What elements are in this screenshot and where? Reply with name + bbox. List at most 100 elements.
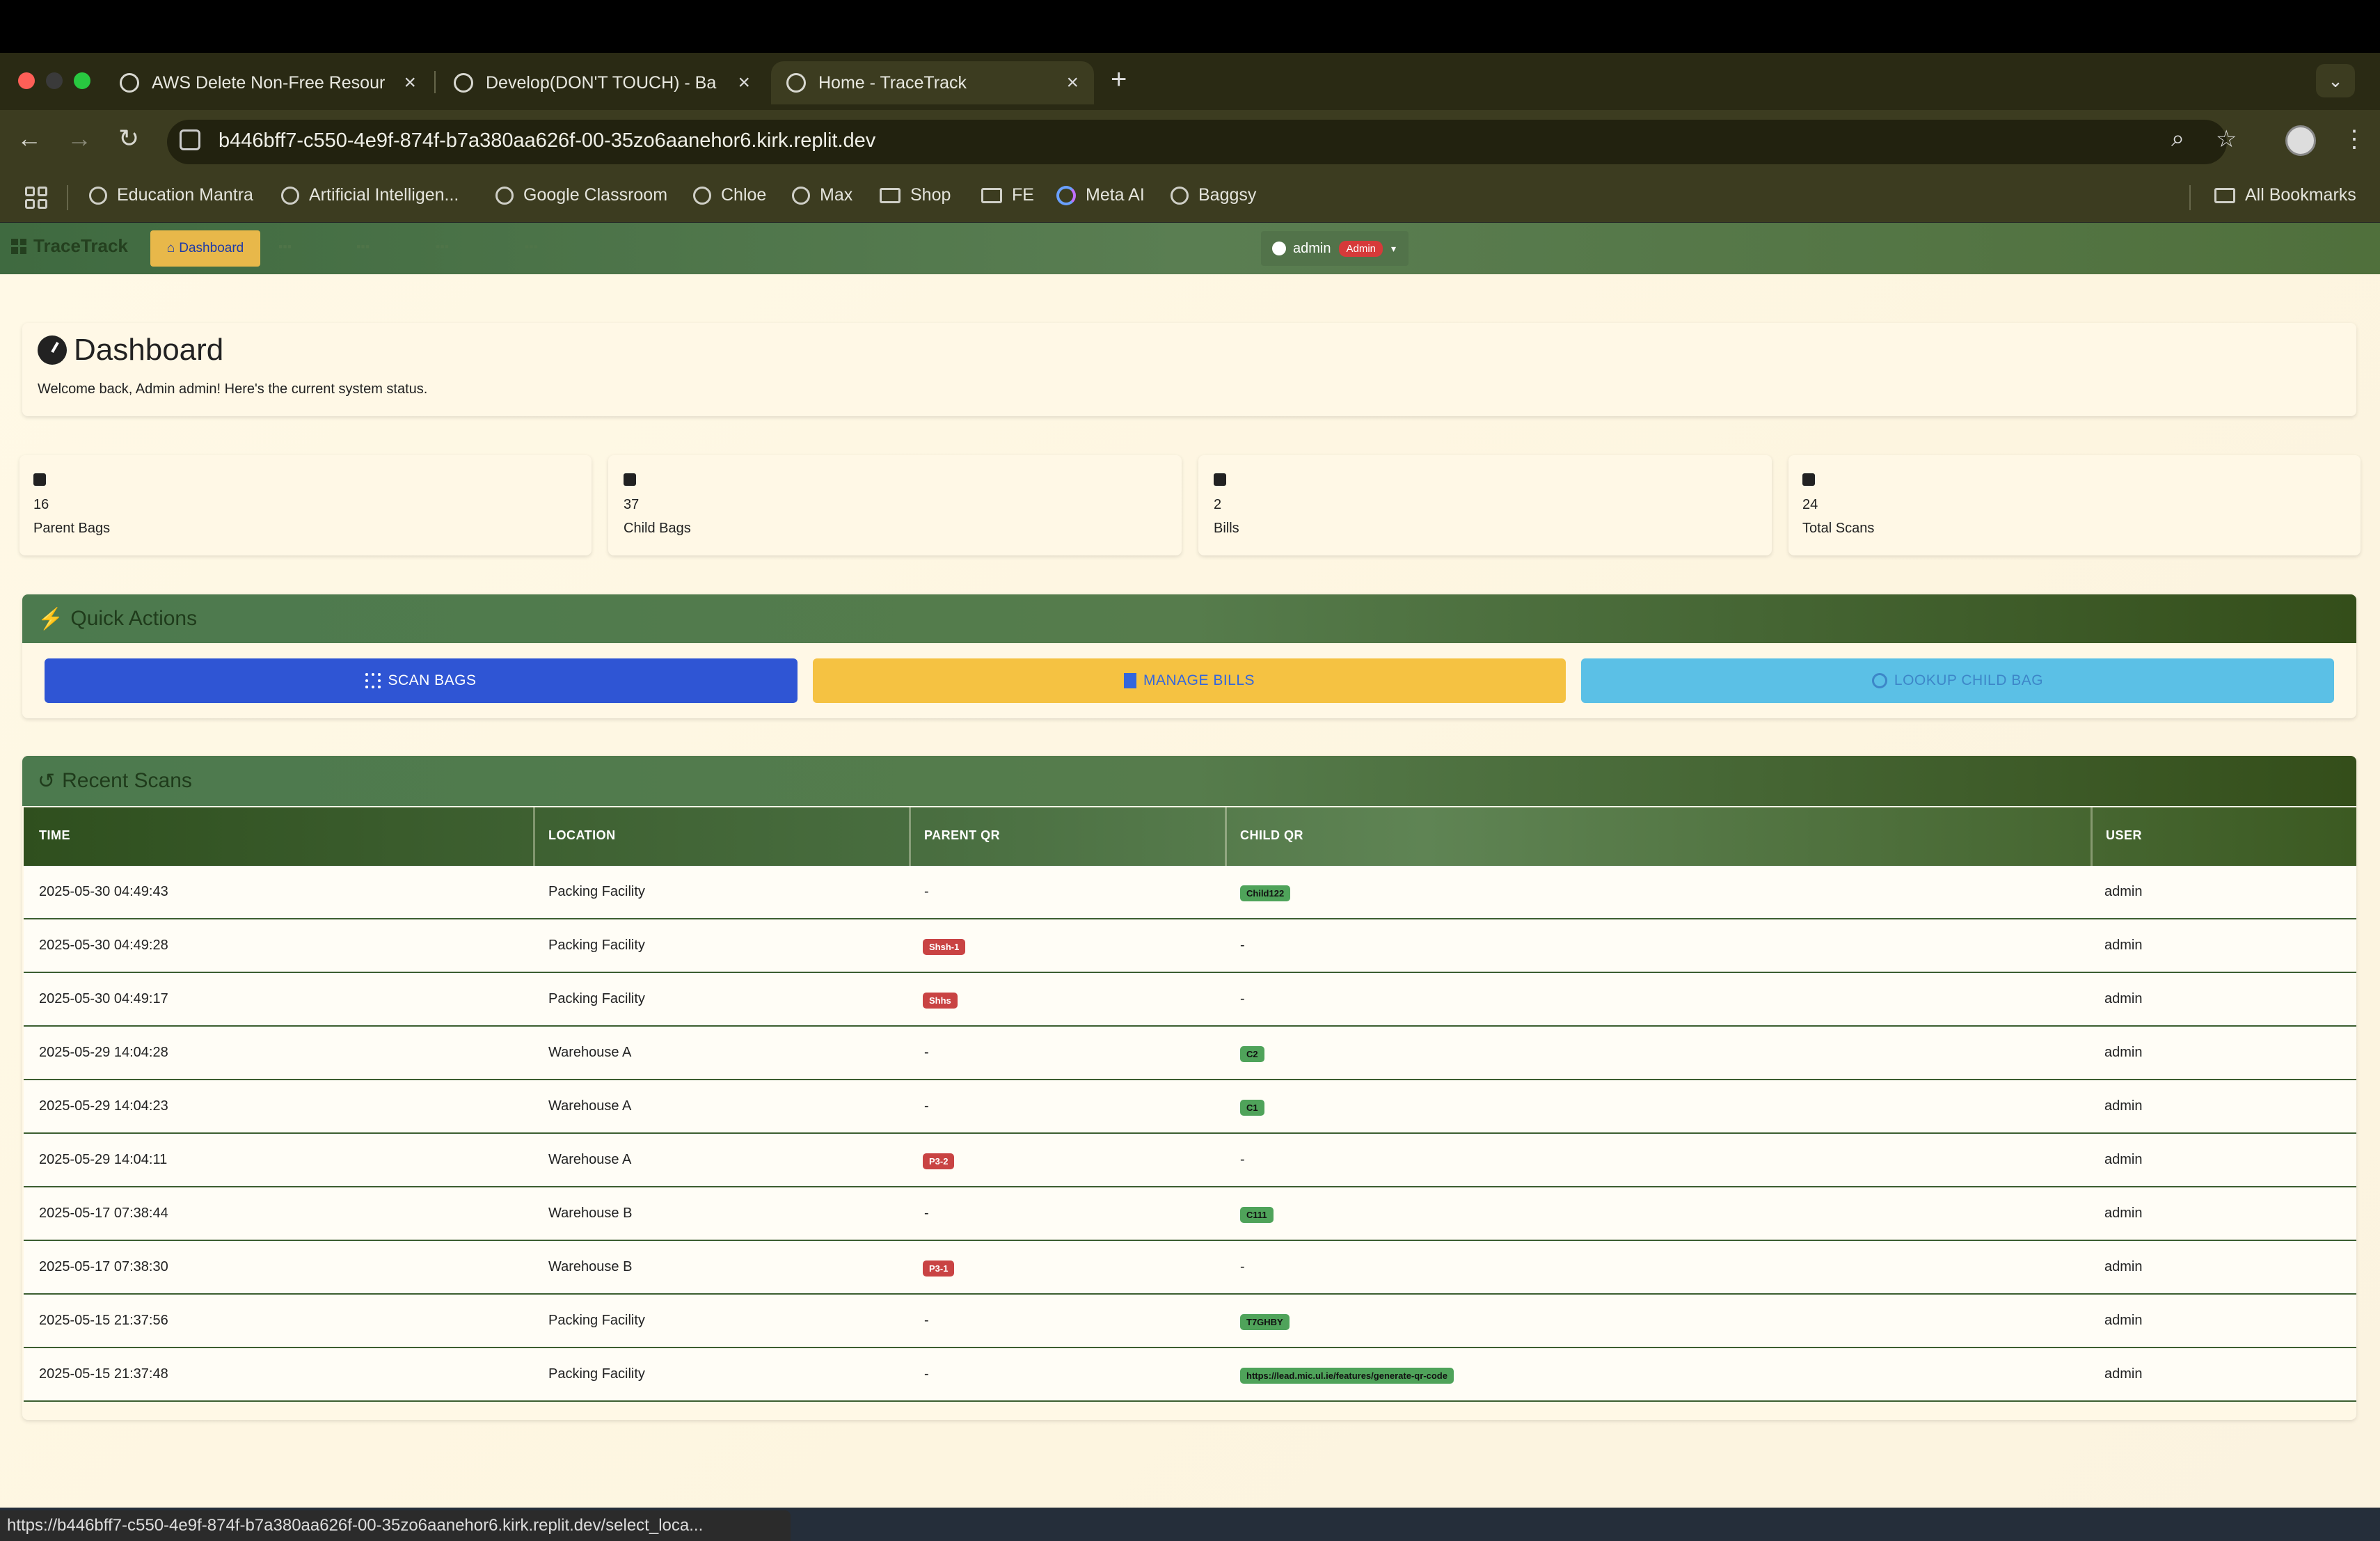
child-qr-badge: C2 (1240, 1046, 1264, 1062)
tab-divider (434, 71, 436, 93)
apps-grid-icon[interactable] (25, 187, 47, 209)
column-header-child-qr: CHILD QR (1240, 828, 1303, 842)
close-tab-icon[interactable]: × (1066, 71, 1079, 95)
bookmark-label: Shop (910, 185, 951, 205)
bookmark-label: All Bookmarks (2245, 185, 2356, 205)
qr-code-icon (1802, 473, 1815, 486)
cell-child-qr: - (1240, 1259, 1245, 1274)
openai-icon (120, 73, 139, 93)
browser-tab-tracetrack[interactable]: Home - TraceTrack × (771, 61, 1094, 104)
child-qr-badge: Child122 (1240, 885, 1291, 901)
column-divider (909, 807, 911, 866)
parent-qr-badge: Shsh-1 (923, 939, 966, 955)
tab-search-button[interactable]: ⌄ (2316, 64, 2355, 97)
manage-bills-button[interactable]: MANAGE BILLS (813, 658, 1566, 703)
nav-item-faded[interactable]: ▪▪▪ (436, 239, 500, 258)
cell-parent-qr: - (924, 1366, 929, 1382)
screen-top-bar (0, 0, 2380, 53)
column-header-location: LOCATION (548, 828, 616, 842)
cell-user: admin (2104, 1313, 2143, 1328)
bookmark-folder-fe[interactable]: FE (981, 185, 1034, 205)
bookmark-label: Meta AI (1086, 185, 1145, 205)
reload-icon[interactable]: ↻ (118, 124, 139, 153)
cell-time: 2025-05-29 14:04:23 (39, 1098, 168, 1114)
section-title: Recent Scans (62, 769, 192, 792)
bookmark-star-icon[interactable]: ☆ (2216, 125, 2237, 153)
document-icon (1214, 473, 1226, 486)
bookmark-label: Baggsy (1198, 185, 1257, 205)
cell-location: Packing Facility (548, 991, 645, 1006)
column-header-parent-qr: PARENT QR (924, 828, 1001, 842)
stat-card-child-bags (608, 455, 1182, 555)
chevron-down-icon: ▾ (1391, 242, 1397, 254)
cell-parent-qr: - (924, 1313, 929, 1328)
nav-dashboard[interactable]: ⌂ Dashboard (150, 230, 260, 267)
child-qr-badge: https://lead.mic.ul.ie/features/generate… (1240, 1368, 1454, 1384)
forward-arrow-icon[interactable]: → (67, 124, 92, 153)
bookmark-label: Education Mantra (117, 185, 253, 205)
column-divider (533, 807, 535, 866)
cell-parent-qr: - (924, 884, 929, 899)
column-divider (1225, 807, 1227, 866)
cell-user: admin (2104, 1152, 2143, 1167)
boxes-icon (624, 473, 636, 486)
brand-logo[interactable]: TraceTrack (11, 235, 128, 257)
stat-value: 24 (1802, 497, 1818, 512)
globe-icon (89, 186, 107, 205)
tab-title: Home - TraceTrack (818, 72, 967, 93)
close-tab-icon[interactable]: × (738, 71, 750, 95)
bookmark-google-classroom[interactable]: Google Classroom (495, 185, 667, 205)
browser-tab-aws[interactable]: AWS Delete Non-Free Resour × (104, 61, 431, 104)
browser-tab-develop[interactable]: Develop(DON'T TOUCH) - Ba × (438, 61, 765, 104)
address-bar-url[interactable]: b446bff7-c550-4e9f-874f-b7a380aa626f-00-… (219, 129, 875, 152)
cell-location: Warehouse A (548, 1098, 632, 1114)
bookmark-label: Artificial Intelligen... (309, 185, 459, 205)
close-window-button[interactable] (18, 72, 35, 89)
zoom-icon[interactable]: ⌕ (2171, 125, 2184, 152)
bookmark-education-mantra[interactable]: Education Mantra (89, 185, 253, 205)
nav-item-faded[interactable]: ▪▪▪ (278, 239, 324, 258)
profile-avatar[interactable] (2285, 125, 2316, 156)
folder-icon (880, 187, 901, 203)
close-tab-icon[interactable]: × (404, 71, 416, 95)
stat-card-bills (1198, 455, 1772, 555)
back-arrow-icon[interactable]: ← (17, 124, 42, 153)
bookmark-artificial-intelligence[interactable]: Artificial Intelligen... (281, 185, 459, 205)
browser-menu-icon[interactable]: ⋮ (2342, 125, 2366, 153)
button-label: MANAGE BILLS (1143, 672, 1255, 688)
table-row (24, 1348, 2356, 1402)
search-icon (1871, 673, 1887, 688)
scan-bags-button[interactable]: SCAN BAGS (45, 658, 798, 703)
bookmark-max[interactable]: Max (792, 185, 852, 205)
table-row (24, 1241, 2356, 1295)
cell-user: admin (2104, 1259, 2143, 1274)
bookmark-meta-ai[interactable]: Meta AI (1056, 185, 1145, 205)
child-qr-badge: C1 (1240, 1100, 1264, 1116)
bookmark-chloe[interactable]: Chloe (693, 185, 766, 205)
cell-location: Packing Facility (548, 938, 645, 953)
site-settings-icon[interactable] (180, 129, 200, 150)
openai-icon (454, 73, 473, 93)
bookmark-label: Chloe (721, 185, 767, 205)
user-menu-button[interactable]: admin Admin ▾ (1261, 231, 1409, 266)
globe-icon (786, 73, 806, 93)
column-header-time: TIME (39, 828, 70, 842)
minimize-window-button[interactable] (46, 72, 63, 89)
column-header-user: USER (2106, 828, 2143, 842)
parent-qr-badge: P3-2 (923, 1153, 955, 1169)
all-bookmarks-folder[interactable]: All Bookmarks (2214, 185, 2356, 205)
new-tab-button[interactable]: + (1111, 64, 1127, 95)
bookmark-baggsy[interactable]: Baggsy (1171, 185, 1256, 205)
brand-name: TraceTrack (33, 235, 128, 256)
meta-ai-icon (1056, 185, 1076, 205)
cell-location: Packing Facility (548, 884, 645, 899)
bookmark-folder-shop[interactable]: Shop (880, 185, 951, 205)
nav-item-faded[interactable]: ▪▪▪ (525, 239, 566, 258)
lookup-child-bag-button[interactable]: LOOKUP CHILD BAG (1581, 658, 2334, 703)
cell-time: 2025-05-15 21:37:56 (39, 1313, 168, 1328)
bookmark-label: Google Classroom (523, 185, 668, 205)
nav-item-faded[interactable]: ▪▪▪ (356, 239, 409, 258)
maximize-window-button[interactable] (74, 72, 90, 89)
cell-location: Warehouse B (548, 1206, 633, 1221)
stat-label: Total Scans (1802, 521, 1875, 536)
